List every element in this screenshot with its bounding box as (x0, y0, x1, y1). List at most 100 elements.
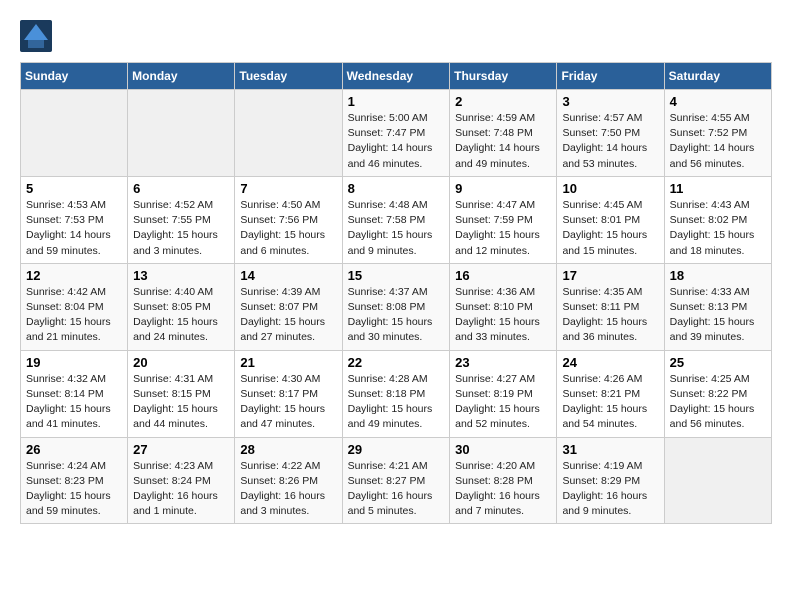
day-number: 17 (562, 268, 658, 283)
weekday-header: Wednesday (342, 63, 450, 90)
day-info: Sunrise: 4:53 AMSunset: 7:53 PMDaylight:… (26, 198, 122, 259)
weekday-header: Monday (128, 63, 235, 90)
day-number: 7 (240, 181, 336, 196)
day-info: Sunrise: 4:30 AMSunset: 8:17 PMDaylight:… (240, 372, 336, 433)
weekday-header: Saturday (664, 63, 771, 90)
weekday-header: Thursday (450, 63, 557, 90)
calendar-cell: 21 Sunrise: 4:30 AMSunset: 8:17 PMDayligh… (235, 350, 342, 437)
day-info: Sunrise: 4:42 AMSunset: 8:04 PMDaylight:… (26, 285, 122, 346)
day-info: Sunrise: 4:27 AMSunset: 8:19 PMDaylight:… (455, 372, 551, 433)
calendar-cell: 1 Sunrise: 5:00 AMSunset: 7:47 PMDaylight… (342, 90, 450, 177)
day-info: Sunrise: 4:39 AMSunset: 8:07 PMDaylight:… (240, 285, 336, 346)
day-info: Sunrise: 5:00 AMSunset: 7:47 PMDaylight:… (348, 111, 445, 172)
day-info: Sunrise: 4:35 AMSunset: 8:11 PMDaylight:… (562, 285, 658, 346)
calendar-cell: 14 Sunrise: 4:39 AMSunset: 8:07 PMDayligh… (235, 263, 342, 350)
day-info: Sunrise: 4:20 AMSunset: 8:28 PMDaylight:… (455, 459, 551, 520)
day-number: 6 (133, 181, 229, 196)
calendar-week-row: 26 Sunrise: 4:24 AMSunset: 8:23 PMDayligh… (21, 437, 772, 524)
day-number: 22 (348, 355, 445, 370)
day-number: 4 (670, 94, 766, 109)
calendar-week-row: 5 Sunrise: 4:53 AMSunset: 7:53 PMDaylight… (21, 176, 772, 263)
calendar-cell: 30 Sunrise: 4:20 AMSunset: 8:28 PMDayligh… (450, 437, 557, 524)
calendar-cell: 23 Sunrise: 4:27 AMSunset: 8:19 PMDayligh… (450, 350, 557, 437)
day-number: 18 (670, 268, 766, 283)
day-info: Sunrise: 4:21 AMSunset: 8:27 PMDaylight:… (348, 459, 445, 520)
day-number: 24 (562, 355, 658, 370)
day-number: 26 (26, 442, 122, 457)
calendar-cell: 8 Sunrise: 4:48 AMSunset: 7:58 PMDaylight… (342, 176, 450, 263)
calendar-cell: 24 Sunrise: 4:26 AMSunset: 8:21 PMDayligh… (557, 350, 664, 437)
day-number: 10 (562, 181, 658, 196)
day-number: 25 (670, 355, 766, 370)
day-info: Sunrise: 4:31 AMSunset: 8:15 PMDaylight:… (133, 372, 229, 433)
calendar-week-row: 12 Sunrise: 4:42 AMSunset: 8:04 PMDayligh… (21, 263, 772, 350)
day-number: 21 (240, 355, 336, 370)
day-number: 28 (240, 442, 336, 457)
day-number: 8 (348, 181, 445, 196)
calendar-cell: 10 Sunrise: 4:45 AMSunset: 8:01 PMDayligh… (557, 176, 664, 263)
day-info: Sunrise: 4:47 AMSunset: 7:59 PMDaylight:… (455, 198, 551, 259)
day-number: 27 (133, 442, 229, 457)
calendar-cell: 4 Sunrise: 4:55 AMSunset: 7:52 PMDaylight… (664, 90, 771, 177)
day-info: Sunrise: 4:24 AMSunset: 8:23 PMDaylight:… (26, 459, 122, 520)
day-info: Sunrise: 4:55 AMSunset: 7:52 PMDaylight:… (670, 111, 766, 172)
calendar-cell: 3 Sunrise: 4:57 AMSunset: 7:50 PMDaylight… (557, 90, 664, 177)
day-number: 2 (455, 94, 551, 109)
day-number: 15 (348, 268, 445, 283)
calendar-cell (664, 437, 771, 524)
day-info: Sunrise: 4:59 AMSunset: 7:48 PMDaylight:… (455, 111, 551, 172)
calendar-cell: 25 Sunrise: 4:25 AMSunset: 8:22 PMDayligh… (664, 350, 771, 437)
calendar-cell: 12 Sunrise: 4:42 AMSunset: 8:04 PMDayligh… (21, 263, 128, 350)
calendar-cell (235, 90, 342, 177)
day-info: Sunrise: 4:45 AMSunset: 8:01 PMDaylight:… (562, 198, 658, 259)
day-number: 30 (455, 442, 551, 457)
logo (20, 20, 56, 52)
weekday-header-row: SundayMondayTuesdayWednesdayThursdayFrid… (21, 63, 772, 90)
day-info: Sunrise: 4:52 AMSunset: 7:55 PMDaylight:… (133, 198, 229, 259)
logo-icon (20, 20, 52, 52)
day-info: Sunrise: 4:36 AMSunset: 8:10 PMDaylight:… (455, 285, 551, 346)
calendar-cell: 29 Sunrise: 4:21 AMSunset: 8:27 PMDayligh… (342, 437, 450, 524)
calendar-cell: 16Sunrise: 4:36 AMSunset: 8:10 PMDayligh… (450, 263, 557, 350)
day-number: 20 (133, 355, 229, 370)
calendar-cell: 31 Sunrise: 4:19 AMSunset: 8:29 PMDayligh… (557, 437, 664, 524)
day-info: Sunrise: 4:43 AMSunset: 8:02 PMDaylight:… (670, 198, 766, 259)
day-number: 14 (240, 268, 336, 283)
calendar-cell: 2 Sunrise: 4:59 AMSunset: 7:48 PMDaylight… (450, 90, 557, 177)
calendar-cell: 26 Sunrise: 4:24 AMSunset: 8:23 PMDayligh… (21, 437, 128, 524)
calendar-cell: 19Sunrise: 4:32 AMSunset: 8:14 PMDayligh… (21, 350, 128, 437)
day-number: 5 (26, 181, 122, 196)
day-number: 23 (455, 355, 551, 370)
day-number: 29 (348, 442, 445, 457)
calendar-cell: 27 Sunrise: 4:23 AMSunset: 8:24 PMDayligh… (128, 437, 235, 524)
calendar-cell: 18 Sunrise: 4:33 AMSunset: 8:13 PMDayligh… (664, 263, 771, 350)
day-info: Sunrise: 4:48 AMSunset: 7:58 PMDaylight:… (348, 198, 445, 259)
weekday-header: Tuesday (235, 63, 342, 90)
day-info: Sunrise: 4:23 AMSunset: 8:24 PMDaylight:… (133, 459, 229, 520)
calendar-cell: 13Sunrise: 4:40 AMSunset: 8:05 PMDayligh… (128, 263, 235, 350)
day-number: 31 (562, 442, 658, 457)
calendar-cell: 28Sunrise: 4:22 AMSunset: 8:26 PMDayligh… (235, 437, 342, 524)
day-number: 3 (562, 94, 658, 109)
day-info: Sunrise: 4:26 AMSunset: 8:21 PMDaylight:… (562, 372, 658, 433)
day-number: 19 (26, 355, 122, 370)
calendar-cell: 15 Sunrise: 4:37 AMSunset: 8:08 PMDayligh… (342, 263, 450, 350)
day-info: Sunrise: 4:25 AMSunset: 8:22 PMDaylight:… (670, 372, 766, 433)
calendar-cell (128, 90, 235, 177)
day-info: Sunrise: 4:37 AMSunset: 8:08 PMDaylight:… (348, 285, 445, 346)
calendar-table: SundayMondayTuesdayWednesdayThursdayFrid… (20, 62, 772, 524)
calendar-cell: 6 Sunrise: 4:52 AMSunset: 7:55 PMDaylight… (128, 176, 235, 263)
weekday-header: Sunday (21, 63, 128, 90)
calendar-cell: 17 Sunrise: 4:35 AMSunset: 8:11 PMDayligh… (557, 263, 664, 350)
page-header (20, 20, 772, 52)
day-number: 9 (455, 181, 551, 196)
weekday-header: Friday (557, 63, 664, 90)
calendar-cell: 20 Sunrise: 4:31 AMSunset: 8:15 PMDayligh… (128, 350, 235, 437)
day-info: Sunrise: 4:57 AMSunset: 7:50 PMDaylight:… (562, 111, 658, 172)
day-info: Sunrise: 4:19 AMSunset: 8:29 PMDaylight:… (562, 459, 658, 520)
day-number: 11 (670, 181, 766, 196)
day-number: 1 (348, 94, 445, 109)
day-info: Sunrise: 4:33 AMSunset: 8:13 PMDaylight:… (670, 285, 766, 346)
day-number: 12 (26, 268, 122, 283)
calendar-cell: 7Sunrise: 4:50 AMSunset: 7:56 PMDaylight… (235, 176, 342, 263)
